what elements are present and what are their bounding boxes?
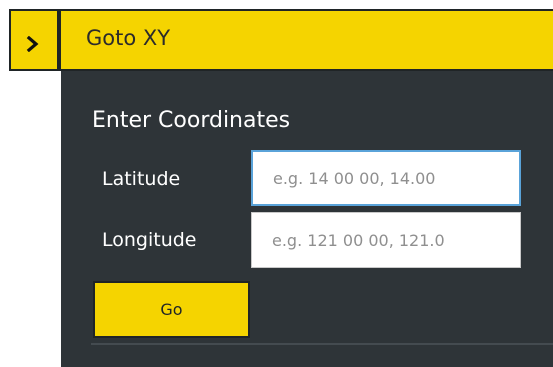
panel-title: Goto XY: [86, 26, 171, 50]
panel-toggle-button[interactable]: [9, 9, 59, 71]
divider: [91, 343, 553, 345]
chevron-right-icon: [26, 36, 39, 52]
panel-header: Goto XY: [59, 9, 553, 71]
section-title: Enter Coordinates: [92, 108, 291, 133]
latitude-input[interactable]: [251, 150, 521, 206]
goto-xy-panel: Enter Coordinates Latitude Longitude Go: [61, 71, 553, 367]
longitude-label: Longitude: [102, 229, 197, 251]
latitude-label: Latitude: [102, 168, 181, 190]
go-button[interactable]: Go: [93, 281, 250, 338]
longitude-input[interactable]: [251, 212, 521, 268]
